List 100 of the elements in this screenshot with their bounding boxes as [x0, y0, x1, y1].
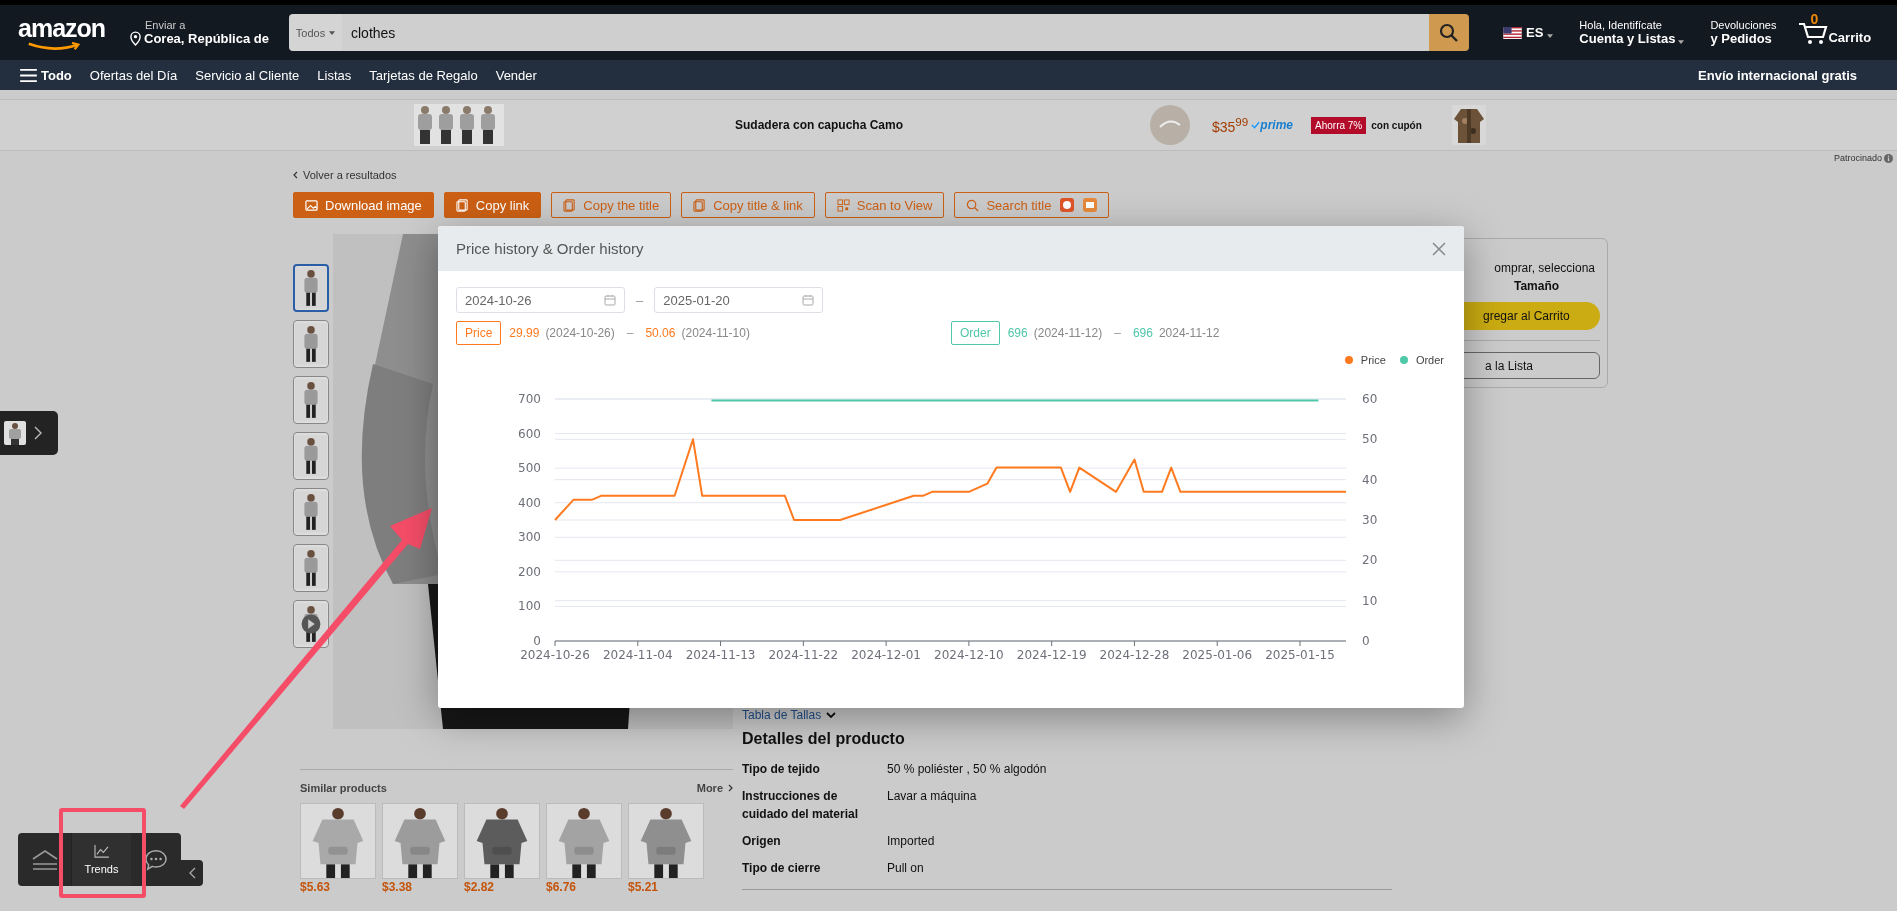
back-link[interactable]: Volver a resultados — [293, 169, 397, 181]
start-date-field[interactable]: 2024-10-26 — [456, 287, 625, 313]
max-order: 696 — [1132, 326, 1153, 340]
x-axis-label: 2024-12-01 — [851, 648, 921, 662]
deliver-location[interactable]: Corea, República de — [144, 31, 269, 46]
nav-link[interactable]: Vender — [495, 67, 537, 83]
dialog-title: Price history & Order history — [456, 240, 644, 257]
amazon-logo[interactable]: amazon — [18, 14, 104, 51]
cart-label[interactable]: Carrito — [1828, 29, 1872, 45]
min-price-date: (2024-10-26) — [545, 326, 615, 340]
thumbnail[interactable] — [293, 376, 329, 424]
calendar-icon — [802, 294, 815, 306]
y-axis-label: 40 — [1362, 472, 1378, 487]
search-icon — [1439, 22, 1459, 43]
min-order-date: (2024-11-12) — [1033, 326, 1103, 340]
min-order: 696 — [1007, 326, 1028, 340]
y-axis-label: 600 — [518, 426, 541, 441]
discount-badge: Ahorra 7% — [1311, 116, 1367, 134]
chevron-left-icon — [293, 171, 298, 179]
y-axis-label: 400 — [518, 495, 541, 510]
y-axis-label: 20 — [1362, 553, 1378, 568]
x-axis-label: 2024-12-28 — [1099, 648, 1170, 662]
section-title: Similar products — [300, 782, 387, 794]
end-date-field[interactable]: 2025-01-20 — [654, 287, 824, 313]
x-axis-label: 2025-01-15 — [1265, 648, 1335, 662]
legend-label[interactable]: Order — [1415, 354, 1444, 366]
prime-logo: prime — [1251, 118, 1293, 132]
trends-button[interactable]: Trends — [71, 833, 131, 886]
product-price: $3.38 — [382, 880, 414, 894]
brand-logo-icon — [1150, 105, 1190, 145]
y-axis-label: 100 — [518, 599, 541, 614]
thumbnail[interactable] — [293, 600, 329, 648]
all-menu-link[interactable]: Todo — [41, 67, 72, 83]
close-button[interactable] — [1430, 239, 1448, 258]
caret-icon — [1547, 33, 1554, 38]
location-pin-icon — [130, 31, 141, 46]
menu-icon[interactable] — [20, 68, 37, 82]
thumbnail[interactable] — [293, 264, 329, 312]
nav-link[interactable]: Tarjetas de Regalo — [369, 67, 478, 83]
chat-icon — [143, 848, 169, 871]
x-axis-label: 2024-10-26 — [520, 648, 590, 662]
thumbnail[interactable] — [293, 320, 329, 368]
ad-title[interactable]: Sudadera con capucha Camo — [735, 118, 905, 132]
copy-icon — [563, 198, 577, 212]
detail-label: Instrucciones de cuidado del material — [742, 788, 860, 823]
flag-icon[interactable] — [1503, 26, 1522, 39]
chart-icon — [94, 844, 109, 858]
side-widget-panel[interactable] — [0, 411, 58, 455]
qr-code-icon — [836, 198, 850, 212]
thumbnail[interactable] — [293, 432, 329, 480]
chevron-down-icon — [826, 712, 837, 718]
coupon-label: con cupón — [1371, 119, 1422, 131]
returns-label[interactable]: Devoluciones — [1710, 19, 1777, 31]
max-price: 50.06 — [645, 326, 676, 340]
size-option-label: Tamaño — [1513, 279, 1560, 293]
legend-label[interactable]: Price — [1360, 354, 1386, 366]
chat-button[interactable] — [131, 833, 181, 886]
info-icon[interactable] — [1884, 153, 1893, 163]
detail-value: Lavar a máquina — [887, 788, 978, 805]
eject-icon — [31, 848, 58, 871]
language-selector[interactable]: ES — [1526, 25, 1544, 40]
chevron-left-icon — [188, 867, 196, 879]
deliver-label: Enviar a — [145, 19, 187, 31]
home-button[interactable] — [18, 833, 71, 886]
chevron-right-icon — [728, 784, 733, 792]
y-axis-label: 60 — [1362, 392, 1378, 406]
range-separator: – — [626, 326, 634, 340]
collapse-button[interactable] — [181, 860, 203, 886]
y-axis-label: 50 — [1362, 432, 1378, 447]
detail-label: Tipo de cierre — [742, 860, 822, 877]
nav-link[interactable]: Listas — [317, 67, 352, 83]
app-icon — [1083, 198, 1098, 212]
thumbnail[interactable] — [293, 544, 329, 592]
shipping-promo[interactable]: Envío internacional gratis — [1698, 67, 1857, 83]
detail-value: Imported — [887, 833, 936, 850]
search-button[interactable] — [1429, 14, 1469, 51]
detail-value: 50 % poliéster , 50 % algodón — [887, 761, 1048, 778]
caret-icon — [329, 30, 336, 35]
size-chart-link[interactable]: Tabla de Tallas — [742, 708, 822, 722]
search-field[interactable]: clothes — [342, 14, 1429, 51]
thumbnail[interactable] — [293, 488, 329, 536]
product-price: $6.76 — [546, 880, 578, 894]
nav-link[interactable]: Servicio al Cliente — [195, 67, 300, 83]
more-link[interactable]: More — [696, 782, 733, 794]
account-greeting[interactable]: Hola, Identifícate — [1579, 19, 1685, 31]
toolbar-button[interactable]: Copy link — [443, 192, 542, 218]
y-axis-label: 0 — [1362, 634, 1370, 648]
account-menu[interactable]: Cuenta y Listas — [1579, 31, 1676, 46]
order-tag: Order — [951, 321, 1000, 345]
caret-icon — [1678, 39, 1685, 44]
orders-link[interactable]: y Pedidos — [1710, 31, 1777, 46]
min-price: 29.99 — [509, 326, 540, 340]
x-axis-label: 2024-11-22 — [768, 648, 839, 662]
detail-value: Pull on — [887, 860, 925, 877]
category-dropdown[interactable]: Todos — [289, 14, 342, 51]
product-price: $5.21 — [628, 880, 660, 894]
nav-link[interactable]: Ofertas del Día — [89, 67, 178, 83]
product-price: $5.63 — [300, 880, 332, 894]
toolbar-button[interactable]: Download image — [293, 192, 434, 218]
cart-count: 0 — [1810, 10, 1819, 27]
